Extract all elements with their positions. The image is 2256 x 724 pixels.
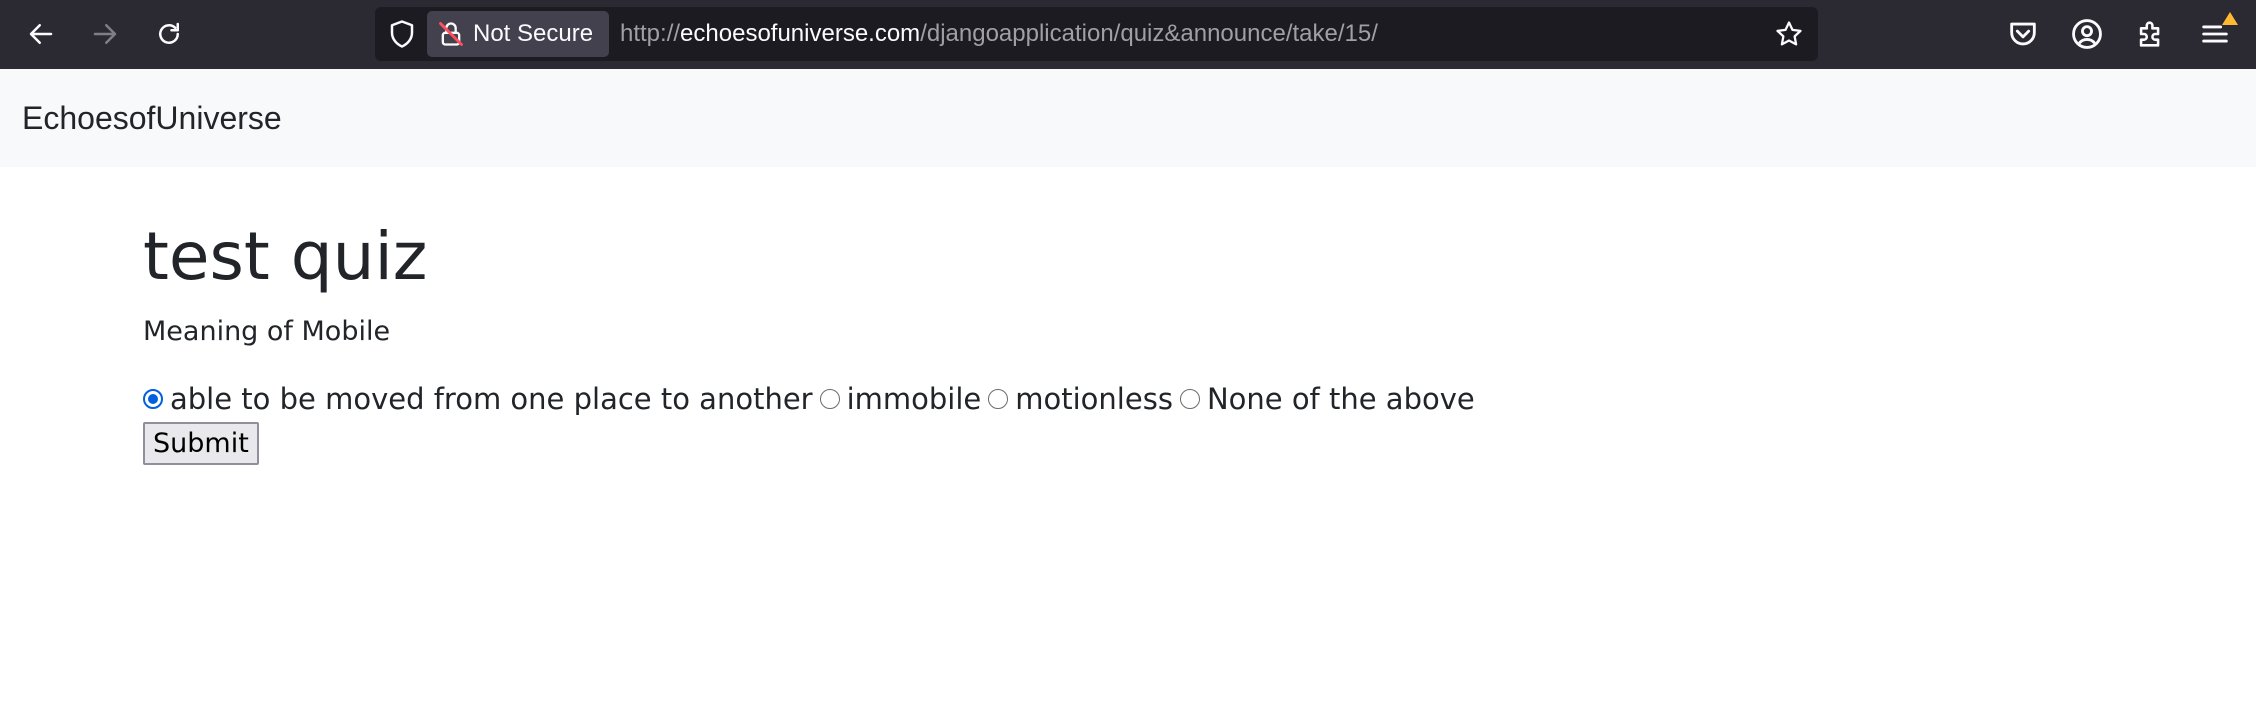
option-radio-4[interactable]	[1179, 389, 1200, 409]
account-button[interactable]	[2070, 17, 2104, 51]
site-navbar: EchoesofUniverse	[0, 69, 2256, 167]
option-label-2[interactable]: immobile	[847, 382, 982, 416]
site-brand-link[interactable]: EchoesofUniverse	[22, 100, 282, 137]
address-bar[interactable]: Not Secure http://echoesofuniverse.com/d…	[375, 7, 1818, 61]
option-label-4[interactable]: None of the above	[1207, 382, 1475, 416]
submit-button[interactable]: Submit	[143, 422, 259, 465]
option-radio-2[interactable]	[819, 389, 840, 409]
url-text[interactable]: http://echoesofuniverse.com/djangoapplic…	[620, 7, 1378, 61]
browser-toolbar: Not Secure http://echoesofuniverse.com/d…	[0, 0, 2256, 69]
account-icon	[2072, 19, 2102, 49]
url-scheme: http://	[620, 20, 681, 47]
forward-arrow-icon	[93, 24, 117, 44]
bookmark-star-icon[interactable]	[1774, 19, 1804, 49]
reload-icon	[159, 22, 179, 44]
shield-icon[interactable]	[387, 19, 417, 49]
extensions-button[interactable]	[2134, 17, 2168, 51]
answer-options: able to be moved from one place to anoth…	[143, 382, 1482, 416]
quiz-content: test quiz Meaning of Mobile able to be m…	[143, 212, 1482, 465]
insecure-lock-icon	[439, 22, 463, 46]
not-secure-indicator[interactable]: Not Secure	[427, 11, 609, 57]
pocket-icon	[2010, 22, 2036, 46]
back-arrow-icon	[29, 24, 53, 44]
forward-button[interactable]	[84, 13, 126, 55]
option-radio-1[interactable]	[143, 389, 163, 409]
puzzle-icon	[2139, 21, 2160, 47]
url-path: /djangoapplication/quiz&announce/take/15…	[920, 20, 1378, 47]
question-text: Meaning of Mobile	[143, 316, 391, 347]
quiz-title: test quiz	[143, 218, 428, 295]
pocket-button[interactable]	[2006, 17, 2040, 51]
update-badge-icon	[2222, 12, 2238, 25]
option-label-3[interactable]: motionless	[1015, 382, 1173, 416]
not-secure-label: Not Secure	[473, 20, 594, 47]
url-host: echoesofuniverse.com	[680, 20, 921, 47]
option-label-1[interactable]: able to be moved from one place to anoth…	[170, 382, 813, 416]
reload-button[interactable]	[148, 13, 190, 55]
back-button[interactable]	[20, 13, 62, 55]
option-radio-3[interactable]	[988, 389, 1009, 409]
